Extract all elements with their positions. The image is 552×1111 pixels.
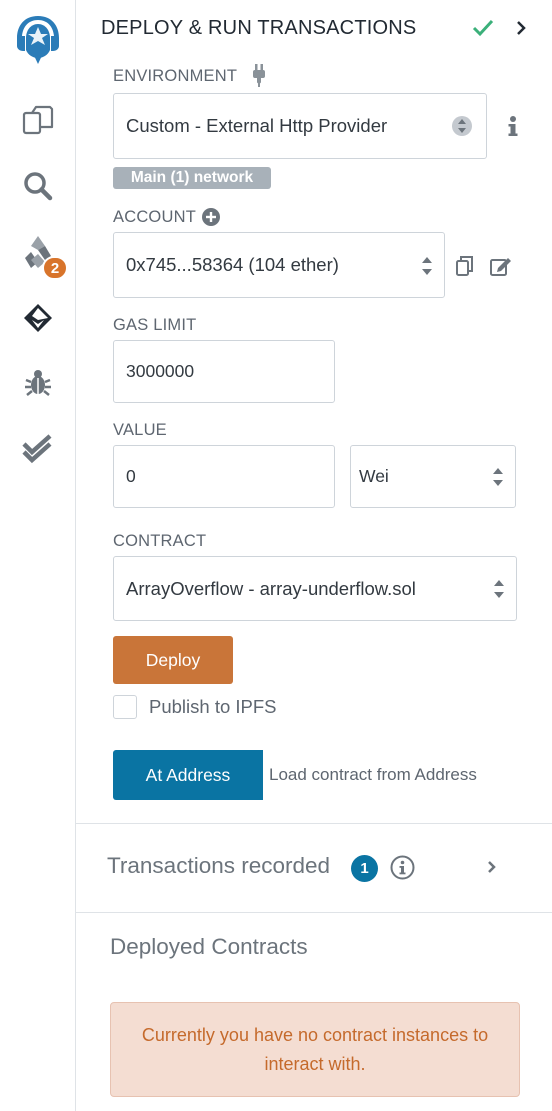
divider: [76, 912, 552, 913]
compiler-badge: 2: [42, 256, 68, 280]
deploy-run-panel: DEPLOY & RUN TRANSACTIONS ENVIRONMENT Cu…: [76, 0, 552, 1111]
chevron-right-icon[interactable]: [515, 20, 527, 41]
transactions-chevron-icon[interactable]: [487, 860, 497, 879]
environment-selected: Custom - External Http Provider: [126, 115, 388, 136]
panel-title: DEPLOY & RUN TRANSACTIONS: [101, 17, 417, 39]
value-unit: Wei: [359, 466, 389, 486]
load-address-input[interactable]: Load contract from Address: [263, 750, 517, 800]
remix-logo-icon[interactable]: [0, 10, 76, 70]
copy-icon[interactable]: [456, 256, 474, 281]
edit-icon[interactable]: [490, 256, 512, 281]
gas-limit-value: 3000000: [126, 361, 195, 381]
gas-limit-input[interactable]: 3000000: [113, 340, 335, 403]
deployed-contracts-title: Deployed Contracts: [110, 934, 308, 959]
file-explorer-icon[interactable]: [0, 92, 76, 148]
no-instances-message: Currently you have no contract instances…: [141, 1024, 489, 1074]
divider: [76, 823, 552, 824]
plug-icon: [248, 63, 270, 92]
select-toggle-icon: [452, 115, 472, 142]
value-input[interactable]: 0: [113, 445, 335, 508]
account-label: ACCOUNT: [113, 208, 196, 226]
unit-testing-icon[interactable]: [0, 421, 76, 477]
account-select-arrows-icon: [421, 256, 433, 281]
info-circle-icon[interactable]: [390, 855, 415, 885]
info-icon[interactable]: [507, 115, 519, 144]
transactions-count-badge: 1: [351, 855, 378, 882]
deploy-run-icon[interactable]: [0, 290, 76, 346]
contract-select[interactable]: ArrayOverflow - array-underflow.sol: [113, 556, 517, 621]
deploy-button[interactable]: Deploy: [113, 636, 233, 684]
add-account-icon[interactable]: [202, 208, 220, 231]
environment-label: ENVIRONMENT: [113, 67, 238, 85]
contract-selected: ArrayOverflow - array-underflow.sol: [126, 577, 416, 599]
check-icon: [472, 17, 494, 44]
publish-ipfs-label: Publish to IPFS: [149, 696, 277, 717]
unit-select-arrows-icon: [492, 467, 504, 492]
account-select[interactable]: 0x745...58364 (104 ether): [113, 232, 445, 298]
network-badge: Main (1) network: [113, 167, 271, 189]
publish-ipfs-checkbox[interactable]: [113, 695, 137, 719]
icon-sidebar: 2: [0, 0, 76, 1111]
at-address-button[interactable]: At Address: [113, 750, 263, 800]
value-label: VALUE: [113, 421, 167, 439]
account-selected: 0x745...58364 (104 ether): [126, 254, 339, 275]
transactions-recorded-title[interactable]: Transactions recorded: [107, 853, 330, 879]
no-instances-alert: Currently you have no contract instances…: [110, 1002, 520, 1097]
search-icon[interactable]: [0, 158, 76, 214]
contract-label: CONTRACT: [113, 532, 207, 550]
debugger-icon[interactable]: [0, 355, 76, 411]
contract-select-arrows-icon: [493, 579, 505, 604]
value-amount: 0: [126, 466, 136, 486]
environment-select[interactable]: Custom - External Http Provider: [113, 93, 487, 159]
gas-limit-label: GAS LIMIT: [113, 316, 197, 334]
